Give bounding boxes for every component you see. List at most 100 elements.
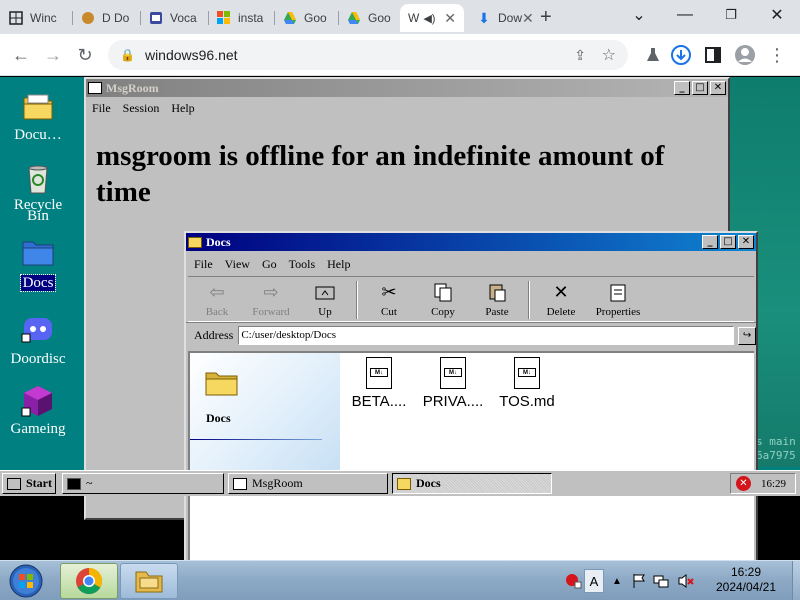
close-button[interactable]: ✕ (738, 235, 754, 249)
go-arrow-icon[interactable]: ↪ (738, 326, 756, 345)
file-item[interactable]: M↓ PRIVA.... (418, 357, 488, 410)
desktop-icon-label: Gameing (10, 421, 66, 437)
ime-indicator[interactable]: A (584, 569, 604, 593)
desktop-icon-doordisc[interactable]: Doordisc (0, 314, 76, 367)
close-window-button[interactable]: ✕ (754, 0, 800, 30)
markdown-file-icon: M↓ (514, 357, 540, 389)
delete-button[interactable]: ✕ Delete (534, 277, 588, 319)
msgroom-window-bottom (84, 496, 184, 520)
menu-help[interactable]: Help (327, 257, 350, 272)
file-item[interactable]: M↓ BETA.... (344, 357, 414, 410)
taskbar-item-terminal[interactable]: ~ (62, 473, 224, 494)
address-bar[interactable]: 🔒 windows96.net ⇪ ☆ (108, 40, 628, 70)
volume-muted-icon[interactable] (676, 569, 696, 593)
chat-icon (88, 82, 102, 94)
address-input[interactable]: C:/user/desktop/Docs (238, 326, 735, 345)
tab-label: D Do (102, 11, 130, 25)
taskbar-item-msgroom[interactable]: MsgRoom (228, 473, 388, 494)
download-button[interactable] (668, 42, 694, 68)
show-desktop-button[interactable] (792, 561, 800, 600)
restore-button[interactable]: ❐ (708, 0, 754, 30)
taskbar-item-label: MsgRoom (252, 476, 303, 490)
forward-button[interactable]: → (40, 42, 66, 68)
back-button[interactable]: ← (8, 42, 34, 68)
arrow-right-icon: ⇨ (263, 281, 279, 302)
explorer-titlebar[interactable]: Docs _ □ ✕ (186, 233, 756, 251)
browser-tab-active[interactable]: W ◀) ✕ (400, 4, 464, 32)
browser-menu-icon[interactable]: ⋮ (764, 42, 790, 68)
menu-view[interactable]: View (225, 257, 250, 272)
flag-icon[interactable] (630, 569, 648, 593)
explorer-taskbar-button[interactable] (120, 563, 178, 599)
forward-button[interactable]: ⇨ Forward (244, 277, 298, 319)
minimize-button[interactable]: _ (674, 81, 690, 95)
menu-file[interactable]: File (92, 101, 111, 116)
taskbar-item-label: ~ (86, 476, 93, 490)
browser-tab[interactable]: Goo (274, 4, 336, 32)
tray-expand-icon[interactable]: ▲ (608, 569, 626, 593)
share-icon[interactable]: ⇪ (574, 47, 586, 64)
desktop-icon-gameing[interactable]: Gameing (0, 384, 76, 437)
file-item[interactable]: M↓ TOS.md (492, 357, 562, 410)
browser-tab[interactable]: insta (208, 4, 272, 32)
browser-tab[interactable]: ⬇ Dow ✕ (468, 4, 534, 32)
menu-tools[interactable]: Tools (289, 257, 316, 272)
start-button[interactable]: Start (2, 473, 56, 494)
menu-session[interactable]: Session (123, 101, 160, 116)
desktop-icon-documents[interactable]: Docu… (0, 90, 76, 143)
profile-avatar[interactable] (732, 42, 758, 68)
properties-button[interactable]: Properties (586, 277, 650, 318)
system-clock[interactable]: 16:29 2024/04/21 (704, 565, 788, 595)
google-drive-icon (282, 10, 298, 26)
error-icon[interactable]: ✕ (736, 476, 751, 491)
back-button[interactable]: ⇦ Back (190, 277, 244, 319)
copy-button[interactable]: Copy (416, 277, 470, 318)
dog-icon (80, 10, 96, 26)
scissors-icon: ✂ (381, 281, 397, 302)
folder-icon (397, 477, 411, 490)
network-icon[interactable] (652, 569, 670, 593)
chevron-down-icon[interactable]: ⌄ (616, 0, 662, 30)
menu-file[interactable]: File (194, 257, 213, 272)
side-panel-icon[interactable] (700, 42, 726, 68)
maximize-button[interactable]: □ (692, 81, 708, 95)
up-button[interactable]: Up (298, 277, 352, 318)
minimize-button[interactable]: _ (702, 235, 718, 249)
tray-alert-icon[interactable] (562, 569, 584, 593)
close-button[interactable]: ✕ (710, 81, 726, 95)
menu-go[interactable]: Go (262, 257, 277, 272)
desktop-icon-label: Docs (19, 274, 57, 292)
chrome-taskbar-button[interactable] (60, 563, 118, 599)
desktop-icon-recycle-bin[interactable]: Recycle Bin (0, 162, 76, 224)
browser-tab[interactable]: D Do (72, 4, 138, 32)
menu-help[interactable]: Help (171, 101, 194, 116)
download-icon: ⬇ (478, 9, 490, 26)
folder-icon (205, 369, 239, 402)
folder-icon (135, 571, 163, 593)
cut-button[interactable]: ✂ Cut (362, 277, 416, 319)
new-tab-button[interactable]: + (540, 6, 552, 29)
browser-tab[interactable]: Winc (0, 4, 70, 32)
window-title: MsgRoom (106, 80, 159, 95)
chrome-icon (76, 567, 103, 595)
lab-flask-icon[interactable] (640, 42, 666, 68)
close-tab-icon[interactable]: ✕ (444, 10, 456, 27)
close-tab-icon[interactable]: ✕ (522, 10, 534, 27)
windows-taskbar: A ▲ 16:29 2024/04/21 (0, 560, 800, 600)
up-folder-icon (314, 281, 336, 303)
browser-tab[interactable]: Voca (140, 4, 206, 32)
minimize-button[interactable]: — (662, 0, 708, 30)
taskbar-item-docs[interactable]: Docs (392, 473, 552, 494)
maximize-button[interactable]: □ (720, 235, 736, 249)
markdown-file-icon: M↓ (440, 357, 466, 389)
windows-start-orb[interactable] (6, 562, 46, 600)
folder-icon (21, 238, 55, 272)
paste-button[interactable]: Paste (470, 277, 524, 318)
browser-tab[interactable]: Goo (338, 4, 400, 32)
msgroom-titlebar[interactable]: MsgRoom _ □ ✕ (86, 79, 728, 97)
tab-label: Goo (368, 11, 391, 25)
reload-button[interactable]: ↻ (72, 42, 98, 68)
desktop-icon-docs[interactable]: Docs (0, 238, 76, 292)
clipboard-icon (486, 281, 508, 303)
star-icon[interactable]: ☆ (602, 45, 616, 65)
